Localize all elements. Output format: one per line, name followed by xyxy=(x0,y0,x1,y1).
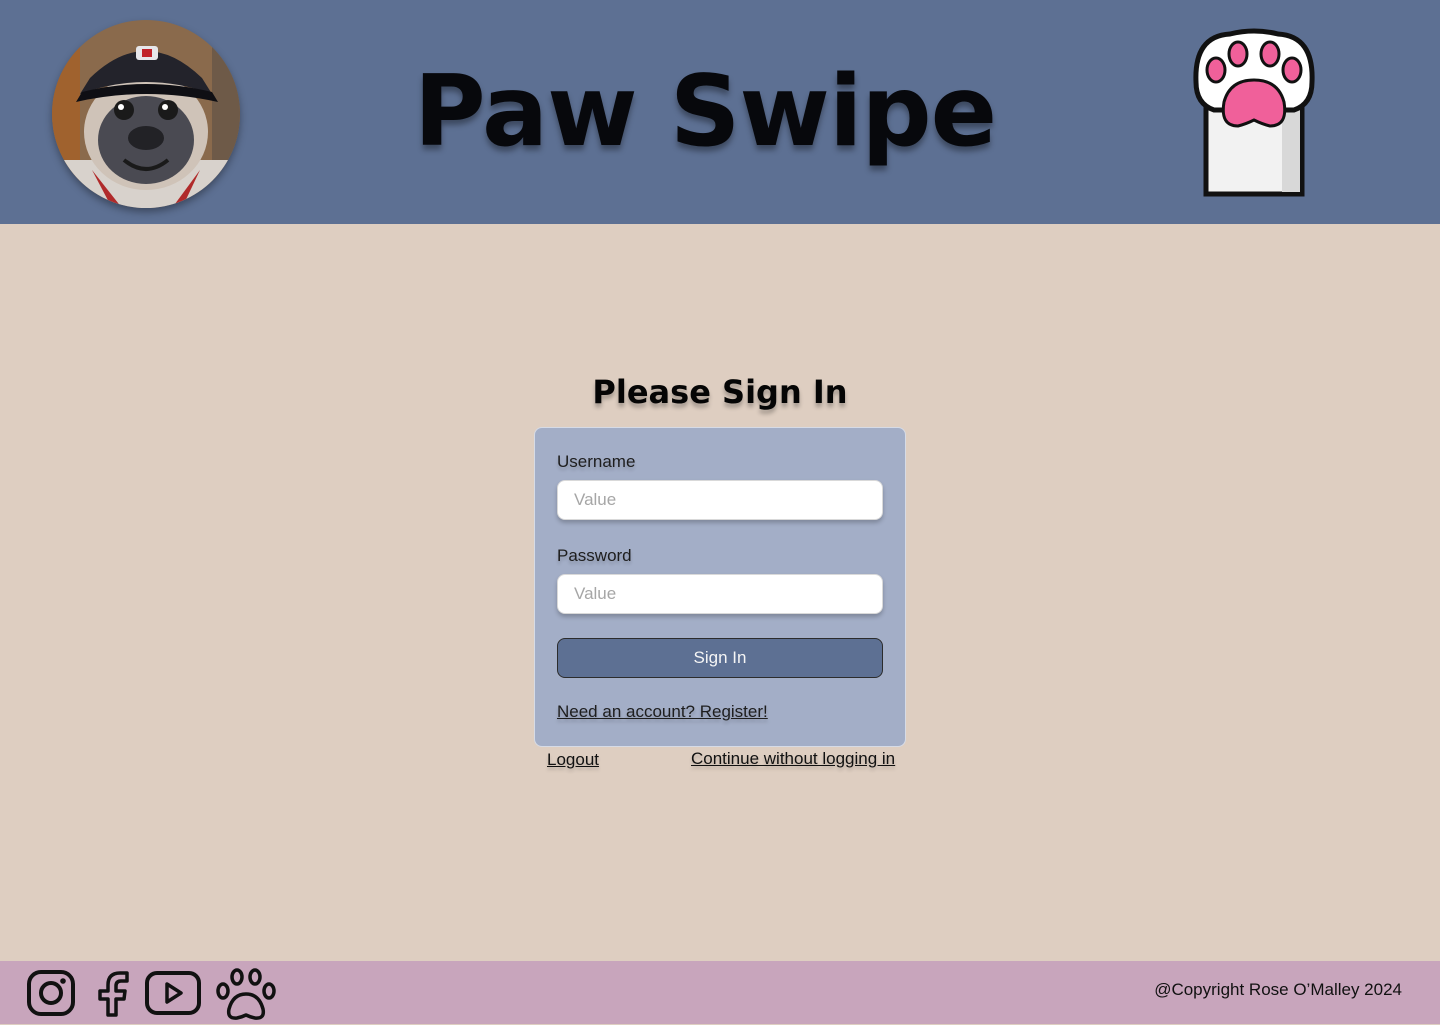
signin-button[interactable]: Sign In xyxy=(557,638,883,678)
password-input[interactable] xyxy=(557,574,883,614)
logout-link[interactable]: Logout xyxy=(547,750,599,770)
site-footer: @Copyright Rose O’Malley 2024 xyxy=(0,961,1440,1024)
continue-guest-link[interactable]: Continue without logging in xyxy=(691,749,895,769)
instagram-icon[interactable] xyxy=(26,969,78,1017)
paw-logo-icon xyxy=(1186,26,1322,198)
signin-card: Username Password Sign In Need an accoun… xyxy=(534,427,906,747)
username-input[interactable] xyxy=(557,480,883,520)
facebook-icon[interactable] xyxy=(94,969,134,1017)
register-link[interactable]: Need an account? Register! xyxy=(557,702,768,722)
signin-heading: Please Sign In xyxy=(592,373,848,411)
paw-icon[interactable] xyxy=(215,967,277,1021)
youtube-icon[interactable] xyxy=(144,969,202,1017)
site-header: Paw Swipe xyxy=(0,0,1440,224)
username-label: Username xyxy=(557,452,636,471)
copyright-text: @Copyright Rose O’Malley 2024 xyxy=(1154,980,1402,999)
password-label: Password xyxy=(557,546,632,565)
